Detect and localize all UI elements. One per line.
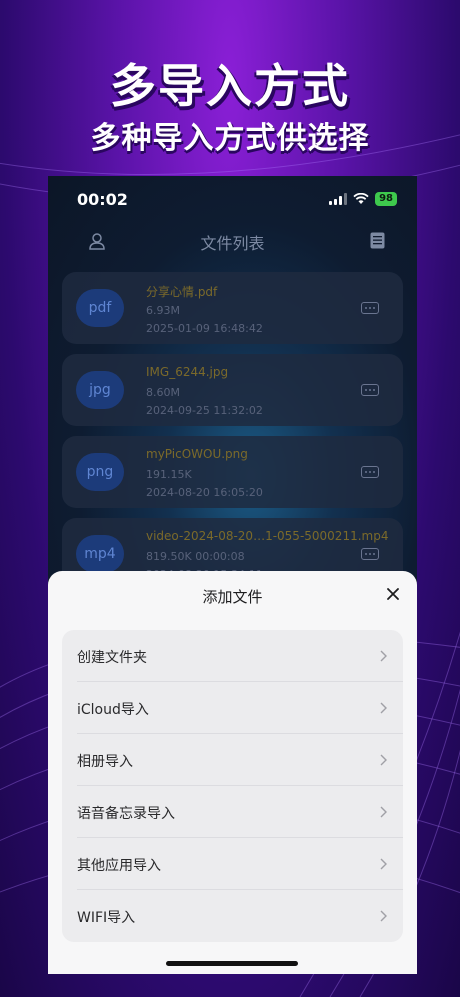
close-icon[interactable] (387, 588, 399, 600)
add-file-sheet: 添加文件 创建文件夹 iCloud导入 相册导入 语音备忘录导入 其他应用导入 … (48, 571, 417, 974)
more-icon[interactable] (361, 302, 379, 314)
option-label: 语音备忘录导入 (77, 806, 175, 822)
chevron-right-icon (380, 858, 387, 870)
chevron-right-icon (380, 650, 387, 662)
chevron-right-icon (380, 754, 387, 766)
sheet-title: 添加文件 (202, 588, 263, 606)
file-date: 2024-09-25 11:32:02 (146, 404, 263, 417)
file-type-badge: jpg (76, 371, 124, 409)
option-label: 创建文件夹 (77, 650, 147, 666)
phone-screen: 00:02 98 文件列表 pdf 分享心情.pdf 6.93M 2025-01… (48, 176, 417, 974)
file-name: myPicOWOU.png (146, 447, 248, 461)
promo-title: 多导入方式 (110, 59, 350, 113)
status-icons: 98 (329, 192, 397, 206)
chevron-right-icon (380, 702, 387, 714)
file-name: 分享心情.pdf (146, 285, 218, 299)
file-card[interactable]: png myPicOWOU.png 191.15K 2024-08-20 16:… (62, 436, 403, 508)
status-time: 00:02 (77, 190, 128, 209)
wifi-icon (353, 193, 369, 204)
file-card[interactable]: jpg IMG_6244.jpg 8.60M 2024-09-25 11:32:… (62, 354, 403, 426)
chevron-right-icon (380, 806, 387, 818)
option-voice-memo-import[interactable]: 语音备忘录导入 (62, 786, 403, 838)
promo-subtitle: 多种导入方式供选择 (90, 121, 370, 156)
file-type-badge: mp4 (76, 535, 124, 573)
import-options-list: 创建文件夹 iCloud导入 相册导入 语音备忘录导入 其他应用导入 WIFI导… (62, 630, 403, 942)
option-label: 相册导入 (77, 754, 133, 770)
option-wifi-import[interactable]: WIFI导入 (62, 890, 403, 942)
more-icon[interactable] (361, 548, 379, 560)
status-bar: 00:02 98 (48, 176, 417, 222)
file-size: 8.60M (146, 386, 180, 399)
file-type-badge: pdf (76, 289, 124, 327)
file-size: 6.93M (146, 304, 180, 317)
page-title: 文件列表 (200, 234, 265, 253)
more-icon[interactable] (361, 384, 379, 396)
file-date: 2025-01-09 16:48:42 (146, 322, 263, 335)
file-date: 2024-08-20 16:05:20 (146, 486, 263, 499)
more-icon[interactable] (361, 466, 379, 478)
option-icloud-import[interactable]: iCloud导入 (62, 682, 403, 734)
battery-indicator: 98 (375, 192, 397, 206)
home-indicator[interactable] (166, 961, 298, 966)
cellular-signal-icon (329, 193, 348, 205)
chevron-right-icon (380, 910, 387, 922)
file-type-badge: png (76, 453, 124, 491)
option-label: iCloud导入 (77, 702, 149, 718)
file-name: video-2024-08-20…1-055-5000211.mp4 (146, 529, 389, 543)
option-album-import[interactable]: 相册导入 (62, 734, 403, 786)
document-icon[interactable] (370, 232, 385, 249)
file-size: 191.15K (146, 468, 192, 481)
option-create-folder[interactable]: 创建文件夹 (62, 630, 403, 682)
option-other-app-import[interactable]: 其他应用导入 (62, 838, 403, 890)
option-label: WIFI导入 (77, 910, 136, 926)
option-label: 其他应用导入 (77, 858, 161, 874)
file-card[interactable]: pdf 分享心情.pdf 6.93M 2025-01-09 16:48:42 (62, 272, 403, 344)
file-size: 819.50K 00:00:08 (146, 550, 245, 563)
nav-bar: 文件列表 (48, 226, 417, 256)
file-name: IMG_6244.jpg (146, 365, 229, 379)
